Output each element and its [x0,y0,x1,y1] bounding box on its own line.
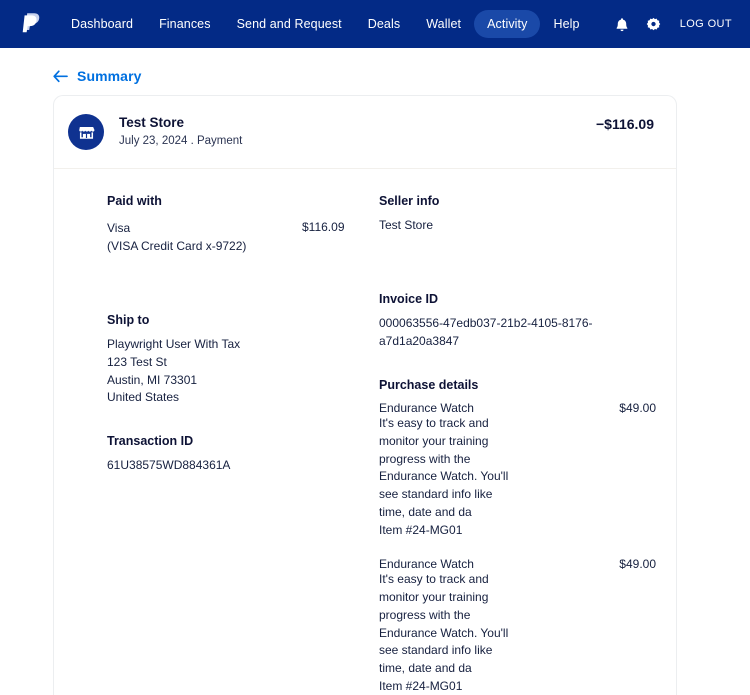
seller-info-section: Seller info Test Store [379,193,656,235]
bell-icon[interactable] [614,16,630,32]
ship-to-title: Ship to [107,312,150,327]
purchase-item: Endurance Watch $49.00 It's easy to trac… [379,557,656,695]
purchase-item-name: Endurance Watch [379,557,474,572]
purchase-item-sku: Item #24-MG01 [379,678,463,693]
purchase-item-price: $49.00 [619,557,656,572]
ship-to-line: 123 Test St [107,354,167,369]
purchase-item-price: $49.00 [619,401,656,415]
seller-name: Test Store [379,218,434,233]
purchase-item-description: It's easy to track and monitor your trai… [379,416,509,519]
back-to-summary[interactable]: Summary [0,48,750,84]
seller-info-title: Seller info [379,194,440,208]
purchase-item-name: Endurance Watch [379,401,474,415]
invoice-id-section: Invoice ID 000063556-47edb037-21b2-4105-… [379,291,656,351]
transaction-header-meta: Test Store July 23, 2024 . Payment [119,113,242,150]
purchase-item: Endurance Watch $49.00 It's easy to trac… [379,401,656,539]
nav-item-finances[interactable]: Finances [146,10,224,39]
store-icon [68,114,104,150]
transaction-id-value: 61U38575WD884361A [107,458,231,473]
paid-with-title: Paid with [107,194,162,208]
ship-to-line: United States [107,390,180,405]
transaction-amount: −$116.09 [595,116,654,132]
payment-method-name: Visa [107,221,131,236]
ship-to-section: Ship to Playwright User With Tax 123 Tes… [107,312,379,407]
paid-with-method: Visa (VISA Credit Card x-9722) [107,220,302,256]
invoice-id-value: 000063556-47edb037-21b2-4105-8176-a7d1a2… [379,316,593,348]
nav-item-dashboard[interactable]: Dashboard [58,10,146,39]
purchase-details-section: Purchase details Endurance Watch $49.00 … [379,377,656,695]
paid-with-amount: $116.09 [302,220,345,235]
ship-to-line: Playwright User With Tax [107,337,241,351]
nav-item-wallet[interactable]: Wallet [413,10,474,39]
invoice-id-title: Invoice ID [379,292,439,306]
nav-right-actions: LOG OUT [614,16,732,32]
transaction-header: Test Store July 23, 2024 . Payment −$116… [54,96,676,169]
paypal-logo-icon[interactable] [20,11,42,37]
purchase-item-description: It's easy to track and monitor your trai… [379,572,509,675]
gear-icon[interactable] [646,16,662,32]
right-column: Seller info Test Store Invoice ID 000063… [379,193,676,695]
purchase-item-sku: Item #24-MG01 [379,522,463,537]
paid-with-section: Paid with Visa (VISA Credit Card x-9722)… [107,193,379,256]
nav-item-activity[interactable]: Activity [474,9,541,39]
payment-card-detail: (VISA Credit Card x-9722) [107,239,247,253]
nav-item-help[interactable]: Help [540,10,592,39]
summary-link-label[interactable]: Summary [77,68,142,84]
transaction-detail-card: Test Store July 23, 2024 . Payment −$116… [53,95,677,695]
ship-to-line: Austin, MI 73301 [107,372,198,387]
left-column: Paid with Visa (VISA Credit Card x-9722)… [54,193,379,695]
nav-item-deals[interactable]: Deals [355,10,413,39]
purchase-item-head: Endurance Watch $49.00 [379,401,656,415]
nav-item-send-and-request[interactable]: Send and Request [224,10,355,39]
purchase-item-head: Endurance Watch $49.00 [379,557,656,571]
top-navigation-bar: Dashboard Finances Send and Request Deal… [0,0,750,48]
paid-with-row: Visa (VISA Credit Card x-9722) $116.09 [107,220,379,256]
transaction-date-type: July 23, 2024 . Payment [119,135,243,148]
merchant-name: Test Store [119,115,185,130]
transaction-body: Paid with Visa (VISA Credit Card x-9722)… [54,169,676,695]
transaction-id-title: Transaction ID [107,434,194,448]
transaction-id-section: Transaction ID 61U38575WD884361A [107,433,379,475]
arrow-left-icon[interactable] [53,69,68,83]
purchase-details-title: Purchase details [379,377,479,392]
nav-links: Dashboard Finances Send and Request Deal… [58,9,593,39]
logout-button[interactable]: LOG OUT [680,18,732,30]
